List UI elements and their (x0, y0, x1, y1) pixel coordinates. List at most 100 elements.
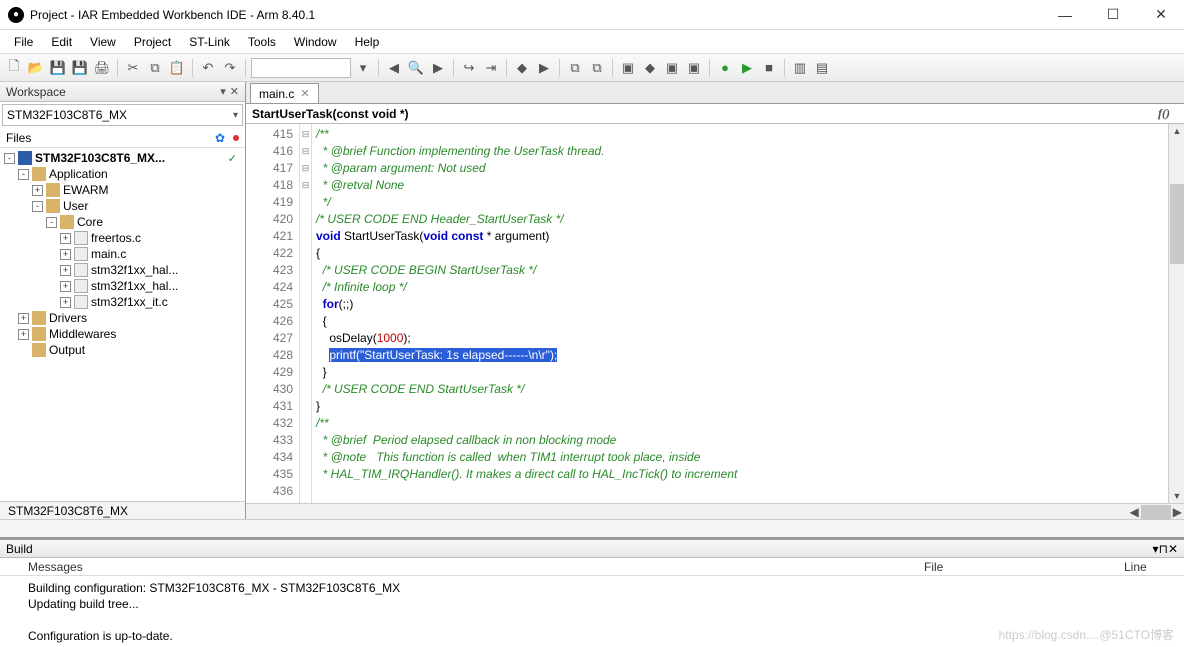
target-combo[interactable]: STM32F103C8T6_MX ▾ (2, 104, 243, 126)
print-button[interactable]: 🖨 (92, 58, 112, 78)
paste-button[interactable]: 📋 (167, 58, 187, 78)
tree-item[interactable]: +stm32f1xx_it.c (0, 294, 245, 310)
nextline-button[interactable]: ⇥ (481, 58, 501, 78)
hscroll-thumb[interactable] (1141, 505, 1171, 519)
minimize-button[interactable]: — (1050, 4, 1080, 26)
menu-help[interactable]: Help (347, 33, 388, 51)
tree-item[interactable]: +stm32f1xx_hal... (0, 278, 245, 294)
menu-edit[interactable]: Edit (43, 33, 80, 51)
navback-button[interactable]: ◀ (384, 58, 404, 78)
tree-item[interactable]: +Middlewares (0, 326, 245, 342)
d1-button[interactable]: ▣ (618, 58, 638, 78)
toolbar: 🗋📂💾💾🖨✂⧉📋↶↷▾◀🔍▶↪⇥◆▶⧉⧉▣◆▣▣●▶■▥▤ (0, 54, 1184, 82)
open-button[interactable]: 📂 (26, 58, 46, 78)
saveall-button[interactable]: 💾 (70, 58, 90, 78)
file-tree[interactable]: -STM32F103C8T6_MX...✓-Application+EWARM-… (0, 148, 245, 501)
d2-button[interactable]: ◆ (640, 58, 660, 78)
folder-icon (32, 167, 46, 181)
d3-button[interactable]: ▣ (662, 58, 682, 78)
cfile-icon (74, 263, 88, 277)
redo-button[interactable]: ↷ (220, 58, 240, 78)
close-tab-icon[interactable]: ✕ (300, 87, 309, 100)
cfile-icon (74, 295, 88, 309)
dropdown-icon[interactable]: ▾ (220, 85, 226, 98)
tree-item[interactable]: Output (0, 342, 245, 358)
stepinto-button[interactable]: ↪ (459, 58, 479, 78)
menu-view[interactable]: View (82, 33, 124, 51)
scroll-right-icon[interactable]: ▶ (1173, 505, 1182, 519)
menu-file[interactable]: File (6, 33, 41, 51)
build-title: Build (6, 542, 33, 556)
new-button[interactable]: 🗋 (4, 58, 24, 78)
tree-item[interactable]: -STM32F103C8T6_MX...✓ (0, 150, 245, 166)
save-button[interactable]: 💾 (48, 58, 68, 78)
tab-main-c[interactable]: main.c ✕ (250, 83, 319, 103)
col-file: File (924, 560, 1124, 574)
undo-button[interactable]: ↶ (198, 58, 218, 78)
gear-icon[interactable]: ✿ (215, 131, 225, 145)
maximize-button[interactable]: ☐ (1098, 4, 1128, 26)
search-button[interactable]: 🔍 (406, 58, 426, 78)
build-messages: Building configuration: STM32F103C8T6_MX… (0, 576, 1184, 644)
fold-gutter[interactable]: ⊟ ⊟ ⊟ ⊟ (300, 124, 312, 503)
menu-window[interactable]: Window (286, 33, 345, 51)
fx-icon[interactable]: f() (1158, 106, 1170, 121)
bookmarknext-button[interactable]: ▶ (534, 58, 554, 78)
tree-item[interactable]: +main.c (0, 246, 245, 262)
menu-project[interactable]: Project (126, 33, 179, 51)
tree-item[interactable]: -User (0, 198, 245, 214)
function-bar[interactable]: StartUserTask(const void *) f() (246, 104, 1184, 124)
tree-item[interactable]: -Application (0, 166, 245, 182)
build-header: Build ▾ ⊓ ✕ (0, 540, 1184, 558)
copy-button[interactable]: ⧉ (145, 58, 165, 78)
find-combo[interactable] (251, 58, 351, 78)
cfile-icon (74, 231, 88, 245)
col-line: Line (1124, 560, 1184, 574)
code-editor[interactable]: 415 416 417 418 419 420 421 422 423 424 … (246, 124, 1184, 503)
folder-icon (60, 215, 74, 229)
d4-button[interactable]: ▣ (684, 58, 704, 78)
menubar: FileEditViewProjectST-LinkToolsWindowHel… (0, 30, 1184, 54)
app-icon: ● (8, 7, 24, 23)
pin-icon[interactable]: ✕ (230, 85, 239, 98)
vertical-scrollbar[interactable]: ▲ ▼ (1168, 124, 1184, 503)
menu-st-link[interactable]: ST-Link (181, 33, 238, 51)
code-body[interactable]: /** * @brief Function implementing the U… (312, 124, 1168, 503)
tree-item[interactable]: +stm32f1xx_hal... (0, 262, 245, 278)
window-title: Project - IAR Embedded Workbench IDE - A… (30, 8, 1050, 22)
scrollbar-thumb[interactable] (1170, 184, 1184, 264)
t1-button[interactable]: ▥ (790, 58, 810, 78)
status-dot-icon (233, 135, 239, 141)
scroll-left-icon[interactable]: ◀ (1130, 505, 1139, 519)
close-icon[interactable]: ✕ (1168, 542, 1178, 556)
folder-icon (32, 327, 46, 341)
chevron-down-icon: ▾ (233, 110, 238, 121)
tree-item[interactable]: +EWARM (0, 182, 245, 198)
folder-icon (32, 343, 46, 357)
pin-icon[interactable]: ⊓ (1159, 542, 1168, 556)
window-controls: — ☐ ✕ (1050, 4, 1176, 26)
replace2-button[interactable]: ⧉ (587, 58, 607, 78)
play-button[interactable]: ▶ (737, 58, 757, 78)
horizontal-scrollbar[interactable]: ◀ ▶ (246, 503, 1184, 519)
scroll-down-icon[interactable]: ▼ (1170, 489, 1184, 503)
stop-button[interactable]: ■ (759, 58, 779, 78)
line-gutter: 415 416 417 418 419 420 421 422 423 424 … (246, 124, 300, 503)
scroll-up-icon[interactable]: ▲ (1170, 124, 1184, 138)
tree-item[interactable]: +freertos.c (0, 230, 245, 246)
t2-button[interactable]: ▤ (812, 58, 832, 78)
workspace-title: Workspace (6, 85, 66, 99)
workspace-bottom-tab[interactable]: STM32F103C8T6_MX (0, 501, 245, 519)
menu-tools[interactable]: Tools (240, 33, 284, 51)
files-header: Files ✿ (0, 128, 245, 148)
bookmark-button[interactable]: ◆ (512, 58, 532, 78)
replace1-button[interactable]: ⧉ (565, 58, 585, 78)
col-messages: Messages (0, 560, 924, 574)
tree-item[interactable]: +Drivers (0, 310, 245, 326)
close-button[interactable]: ✕ (1146, 4, 1176, 26)
go-button[interactable]: ● (715, 58, 735, 78)
tree-item[interactable]: -Core (0, 214, 245, 230)
cut-button[interactable]: ✂ (123, 58, 143, 78)
navfwd-button[interactable]: ▶ (428, 58, 448, 78)
editor-panel: main.c ✕ StartUserTask(const void *) f()… (246, 82, 1184, 519)
